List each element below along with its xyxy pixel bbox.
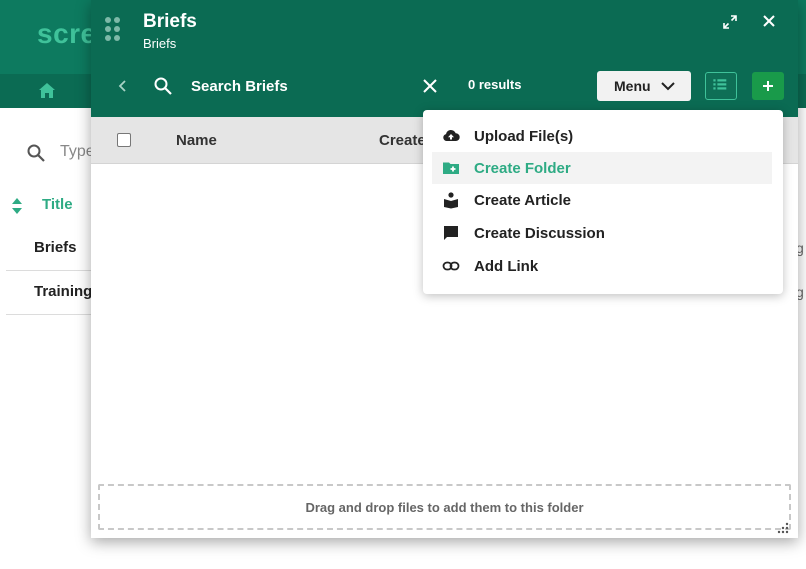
expand-icon[interactable]: [721, 13, 739, 31]
chevron-down-icon: [661, 82, 675, 91]
select-all-checkbox[interactable]: [117, 133, 131, 147]
menu-item-label: Add Link: [474, 258, 539, 275]
dialog-subtitle: Briefs: [143, 36, 177, 51]
list-view-button[interactable]: [705, 72, 737, 100]
clear-search-icon[interactable]: [422, 78, 438, 94]
row-title: Training: [34, 283, 93, 300]
search-icon: [154, 77, 172, 95]
article-reader-icon: [444, 192, 458, 209]
menu-button[interactable]: Menu: [597, 71, 691, 101]
list-icon: [713, 79, 727, 90]
menu-item-label: Create Article: [474, 192, 571, 209]
menu-item-label: Upload File(s): [474, 128, 574, 145]
menu-item-create-article[interactable]: Create Article: [432, 184, 772, 216]
menu-item-upload-files[interactable]: Upload File(s): [432, 120, 772, 152]
chat-bubble-icon: [444, 226, 458, 240]
link-icon: [442, 261, 460, 271]
dialog-title: Briefs: [143, 11, 197, 32]
search-input[interactable]: [191, 72, 411, 100]
add-menu-dropdown: Upload File(s) Create Folder Create Arti…: [423, 110, 783, 294]
dropzone[interactable]: Drag and drop files to add them to this …: [98, 484, 791, 530]
menu-item-create-folder[interactable]: Create Folder: [432, 152, 772, 184]
menu-item-add-link[interactable]: Add Link: [432, 250, 772, 282]
add-button[interactable]: [752, 72, 784, 100]
cloud-upload-icon: [443, 129, 460, 141]
drag-handle-icon[interactable]: [105, 17, 121, 43]
row-title: Briefs: [34, 239, 77, 256]
results-count: 0 results: [468, 77, 522, 92]
search-icon: [27, 144, 45, 162]
folder-plus-icon: [443, 162, 459, 174]
menu-item-label: Create Folder: [474, 160, 571, 177]
plus-icon: [763, 81, 773, 91]
created-column-header[interactable]: Create: [379, 132, 426, 149]
close-icon[interactable]: [760, 12, 778, 30]
app-logo: scre: [37, 18, 97, 49]
chevron-left-icon[interactable]: [115, 77, 131, 95]
background-search-input[interactable]: Type: [60, 143, 95, 161]
dropzone-text: Drag and drop files to add them to this …: [305, 500, 584, 515]
dialog-header: Briefs Briefs: [91, 0, 798, 66]
resize-handle-icon[interactable]: [777, 522, 789, 534]
menu-button-label: Menu: [614, 78, 651, 94]
sort-icon[interactable]: [10, 196, 24, 216]
home-icon[interactable]: [38, 82, 56, 100]
menu-item-label: Create Discussion: [474, 225, 605, 242]
name-column-header[interactable]: Name: [176, 132, 217, 149]
menu-item-create-discussion[interactable]: Create Discussion: [432, 217, 772, 249]
title-column-header[interactable]: Title: [42, 196, 73, 213]
